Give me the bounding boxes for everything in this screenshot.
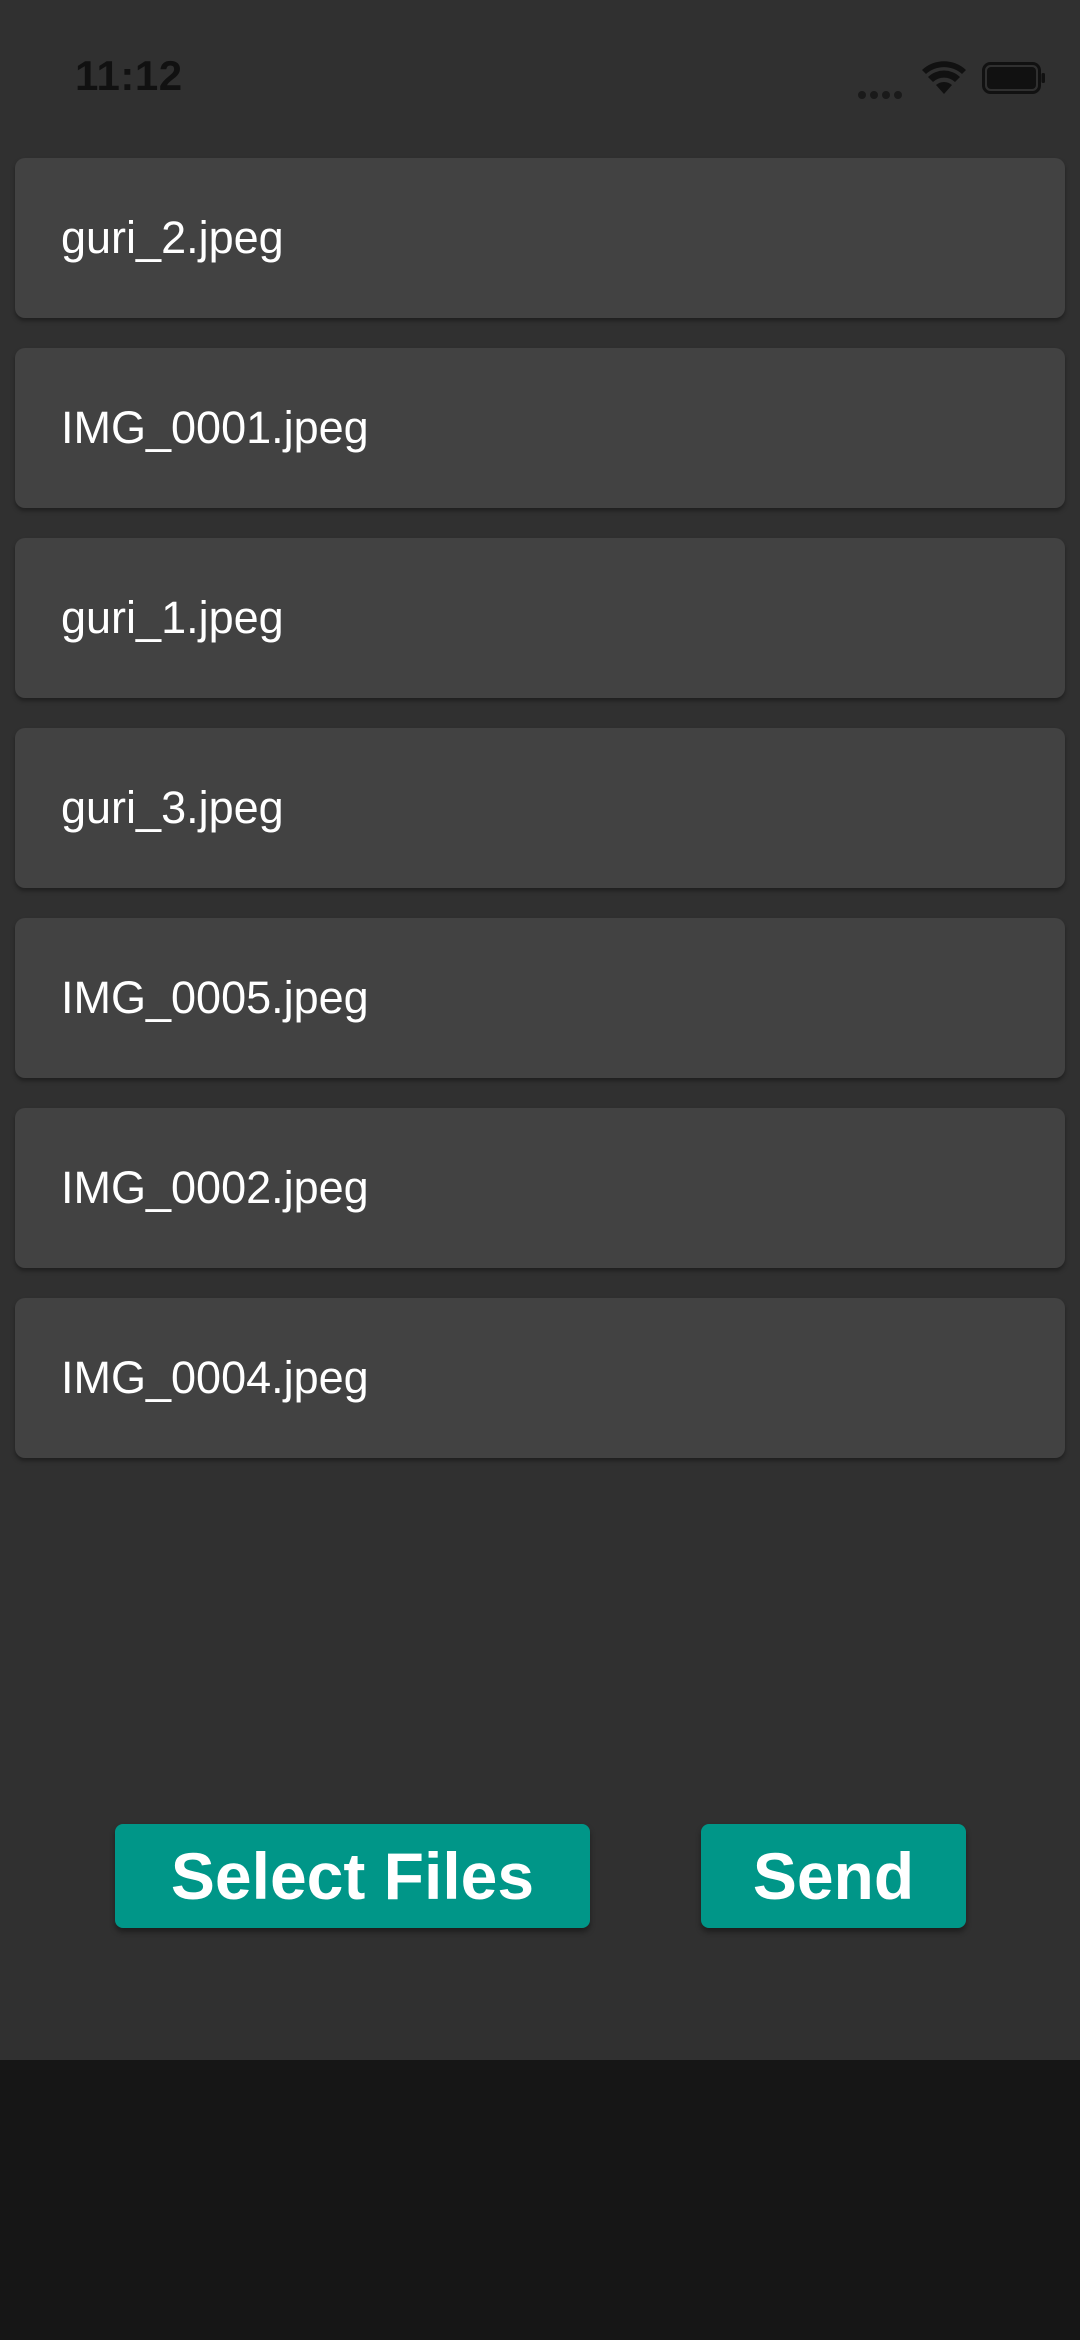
file-name: IMG_0002.jpeg: [61, 1162, 369, 1213]
wifi-icon: [922, 61, 966, 94]
tab-contacts[interactable]: [0, 2060, 360, 2260]
file-name: IMG_0005.jpeg: [61, 972, 369, 1023]
select-files-button[interactable]: Select Files: [115, 1824, 590, 1928]
file-list-item[interactable]: IMG_0005.jpeg: [15, 918, 1065, 1078]
file-list-item[interactable]: IMG_0002.jpeg: [15, 1108, 1065, 1268]
file-list: guri_2.jpeg IMG_0001.jpeg guri_1.jpeg gu…: [15, 158, 1065, 1488]
file-list-item[interactable]: guri_2.jpeg: [15, 158, 1065, 318]
file-name: guri_1.jpeg: [61, 592, 284, 643]
cellular-signal-icon: [858, 86, 908, 99]
status-bar: 11:12: [0, 0, 1080, 150]
file-list-item[interactable]: guri_3.jpeg: [15, 728, 1065, 888]
file-name: IMG_0001.jpeg: [61, 402, 369, 453]
file-name: IMG_0004.jpeg: [61, 1352, 369, 1403]
file-list-item[interactable]: IMG_0004.jpeg: [15, 1298, 1065, 1458]
file-list-item[interactable]: guri_1.jpeg: [15, 538, 1065, 698]
send-button[interactable]: Send: [701, 1824, 966, 1928]
account-circle-icon: [142, 2060, 218, 2136]
file-list-item[interactable]: IMG_0001.jpeg: [15, 348, 1065, 508]
file-name: guri_2.jpeg: [61, 212, 284, 263]
bottom-navigation: [0, 2060, 1080, 2340]
battery-icon: [982, 62, 1045, 94]
file-name: guri_3.jpeg: [61, 782, 284, 833]
status-time: 11:12: [75, 52, 183, 99]
